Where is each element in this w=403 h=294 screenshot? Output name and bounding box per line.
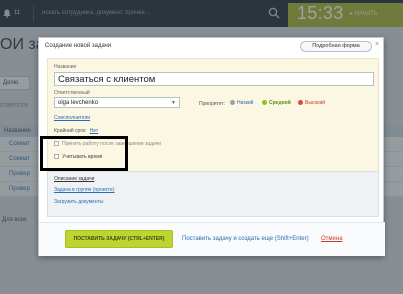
close-icon[interactable]: × (375, 41, 379, 48)
coexecutors-link[interactable]: Соисполнители (54, 115, 90, 121)
full-form-button[interactable]: Подробная форма (300, 41, 372, 52)
cancel-link[interactable]: Отмена (321, 236, 343, 242)
priority-high[interactable]: Высокий (298, 100, 325, 106)
description-section: Описание задачи Задача в группе (проекте… (47, 171, 379, 217)
submit-and-create-more-link[interactable]: Поставить задачу и создать еще (Shift+En… (182, 236, 309, 242)
upload-documents-link[interactable]: Загрузить документы (54, 199, 103, 205)
deadline-row: Крайний срок: Нет (54, 128, 98, 134)
priority-medium[interactable]: Средний (262, 100, 291, 106)
task-name-input[interactable]: Связаться с клиентом (54, 72, 374, 86)
highlight-box (40, 136, 128, 171)
dialog-title: Создание новой задачи (45, 43, 112, 49)
priority-dot-icon (230, 100, 235, 105)
priority-high-label: Высокий (305, 100, 326, 106)
responsible-label: Ответственный (54, 90, 90, 96)
dialog-footer: ПОСТАВИТЬ ЗАДАЧУ (CTRL+ENTER) Поставить … (39, 222, 385, 256)
responsible-value: olga levchenko (58, 100, 99, 106)
deadline-label: Крайний срок: (54, 128, 87, 134)
priority-medium-label: Средний (269, 100, 291, 106)
priority-label: Приоритет: (199, 101, 226, 107)
priority-dot-icon (262, 100, 267, 105)
deadline-value[interactable]: Нет (90, 128, 99, 134)
priority-low[interactable]: Низкий (230, 100, 253, 106)
description-toggle[interactable]: Описание задачи (54, 176, 94, 182)
submit-task-button[interactable]: ПОСТАВИТЬ ЗАДАЧУ (CTRL+ENTER) (65, 230, 173, 248)
responsible-select[interactable]: olga levchenko ▼ (54, 97, 180, 108)
chevron-down-icon: ▼ (171, 100, 176, 106)
name-label: Название (54, 64, 77, 70)
group-link[interactable]: Задача в группе (проекте) (54, 187, 114, 193)
priority-dot-icon (298, 100, 303, 105)
priority-low-label: Низкий (237, 100, 254, 106)
